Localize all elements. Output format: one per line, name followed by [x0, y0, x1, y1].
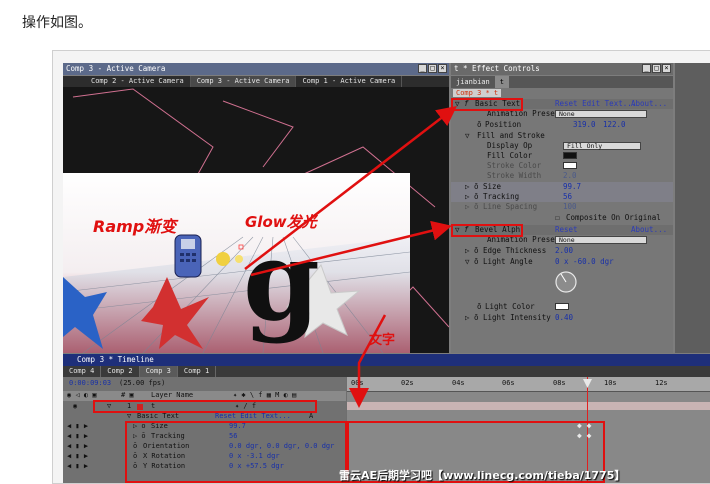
annotation-arrows: [244, 105, 457, 408]
ae-screenshot: Comp 3 - Active Camera _ □ × Comp 2 - Acti…: [63, 63, 710, 483]
watermark: 雷云AE后期学习吧【www.linecg.com/tieba/1775】: [339, 469, 626, 482]
post-text: 操作如图。: [22, 15, 92, 31]
screenshot-frame: Comp 3 - Active Camera _ □ × Comp 2 - Acti…: [52, 50, 710, 484]
